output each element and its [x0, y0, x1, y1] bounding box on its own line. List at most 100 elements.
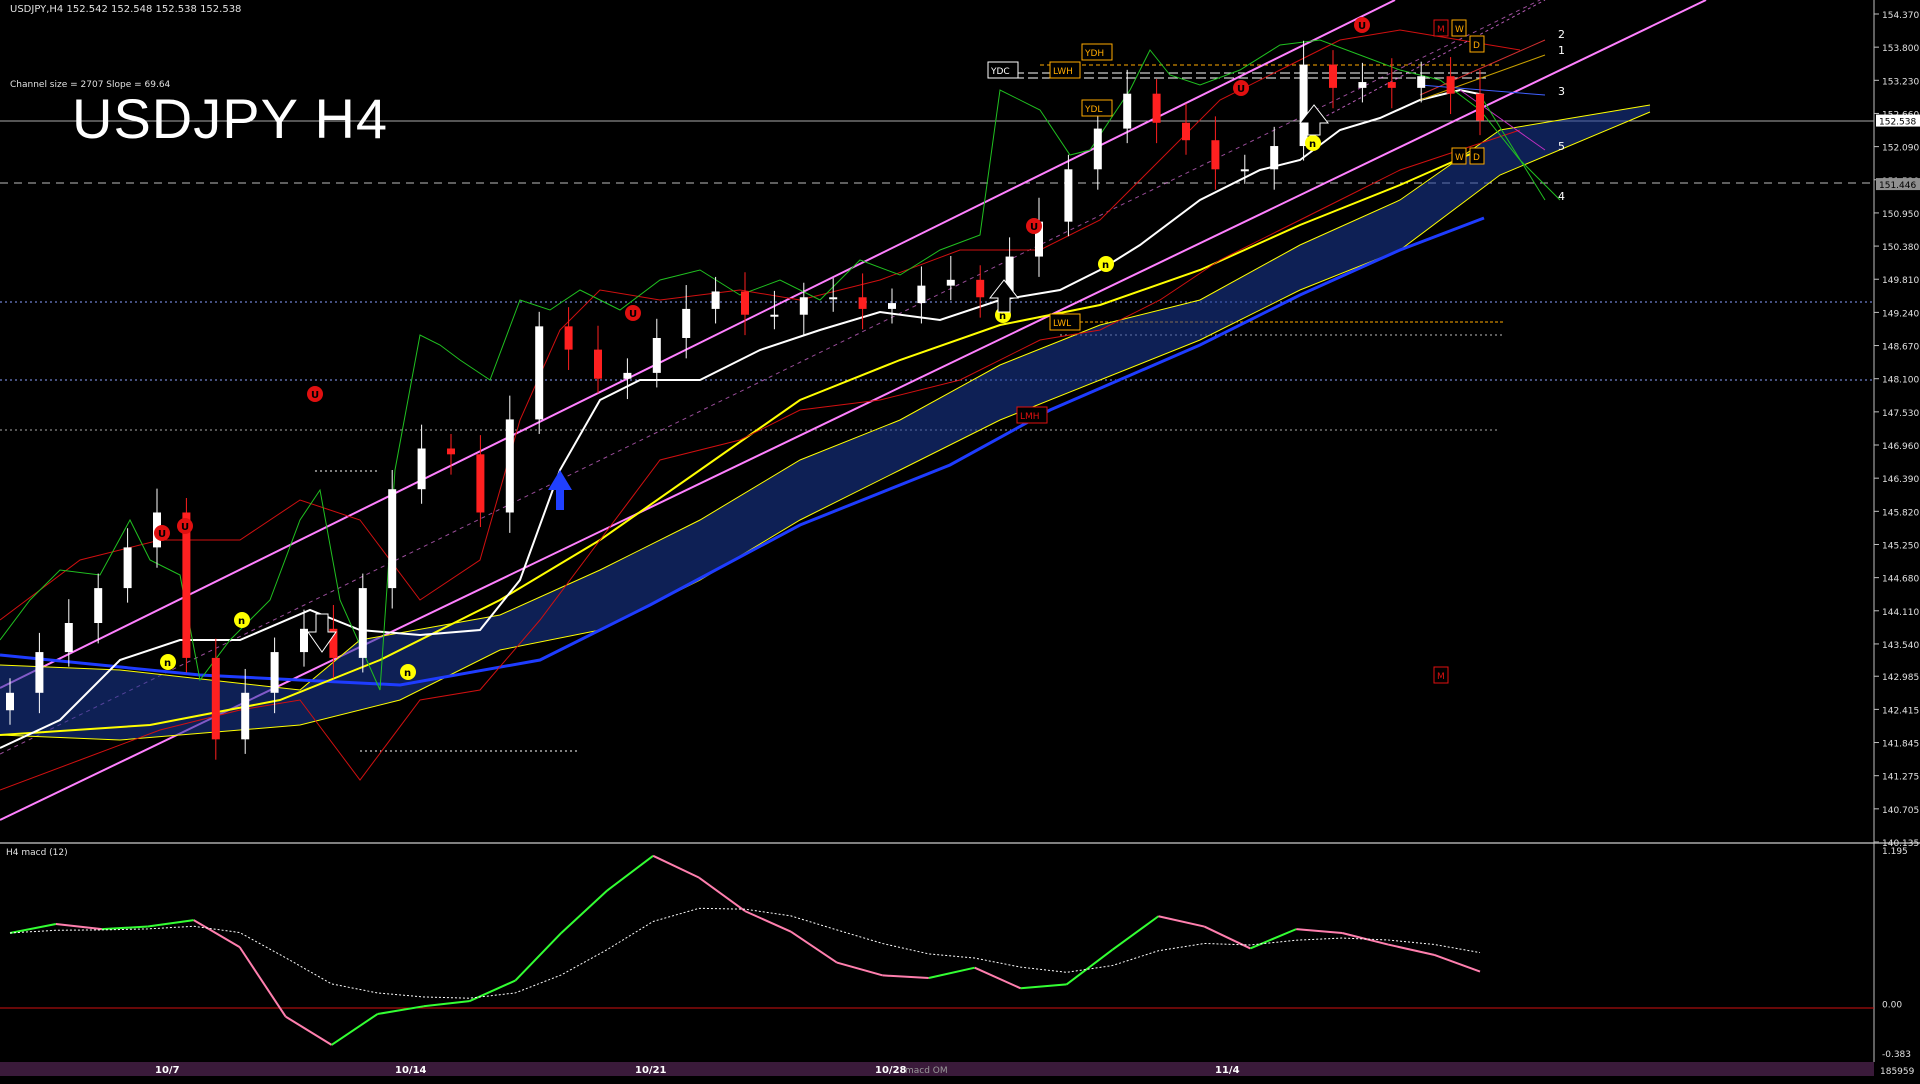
candle-body	[770, 314, 779, 317]
candle-body	[652, 337, 661, 373]
macd-segment	[652, 854, 700, 879]
macd-lines-group	[9, 854, 1481, 1046]
macd-segment	[698, 876, 746, 912]
price-tick-label: 142.985	[1882, 673, 1919, 683]
level-label-text: M	[1437, 672, 1445, 682]
forecast-label: 4	[1558, 190, 1565, 203]
price-tick-label: 154.370	[1882, 11, 1919, 21]
level-label-text: YDH	[1084, 49, 1104, 59]
level-label-text: W	[1455, 153, 1464, 163]
price-tick-label: 153.230	[1882, 77, 1919, 87]
volume-value-label: 185959	[1880, 1067, 1915, 1077]
chart-area[interactable]: UUUUUUUnnnnnn 154.370153.800153.230152.6…	[0, 0, 1920, 1080]
level-label-text: YDL	[1084, 105, 1102, 115]
price-tick-label: 148.670	[1882, 343, 1919, 353]
date-label: 10/14	[395, 1065, 427, 1076]
macd-segment	[238, 946, 287, 1018]
candle-body	[1358, 82, 1367, 88]
price-axis-group: 154.370153.800153.230152.660152.090151.5…	[1874, 11, 1920, 1077]
sell-signal-glyph: U	[1358, 21, 1366, 32]
symbol-header: USDJPY,H4 152.542 152.548 152.538 152.53…	[10, 4, 242, 15]
buy-signal-glyph: n	[1309, 139, 1316, 150]
price-tick-label: 150.950	[1882, 210, 1919, 220]
candle-body	[6, 692, 14, 711]
macd-segment	[1249, 928, 1297, 950]
price-tick-label: 145.820	[1882, 508, 1919, 518]
buy-signal-glyph: n	[999, 311, 1006, 322]
candle-body	[388, 489, 397, 589]
candle-body	[917, 285, 926, 304]
sell-signal-glyph: U	[1030, 222, 1038, 233]
buy-signal-glyph: n	[1102, 260, 1109, 271]
candle-body	[300, 628, 308, 653]
macd-tick-label: 1.195	[1882, 847, 1908, 857]
macd-tag: macd OM	[905, 1066, 948, 1076]
macd-segment	[514, 932, 562, 982]
candle-body	[1329, 64, 1337, 88]
price-tick-label: 149.240	[1882, 309, 1919, 319]
price-tick-label: 143.540	[1882, 641, 1919, 651]
level-label-text: LWL	[1053, 319, 1071, 329]
candle-body	[1417, 76, 1426, 88]
sell-signal-glyph: U	[181, 522, 189, 533]
macd-segment	[331, 1013, 379, 1046]
chart-title: USDJPY H4	[72, 87, 389, 150]
level-label-text: D	[1473, 41, 1480, 51]
sell-signal-glyph: U	[1237, 84, 1245, 95]
forecast-label: 1	[1558, 44, 1565, 57]
macd-segment	[928, 966, 975, 979]
candle-body	[1093, 128, 1102, 170]
level-label-text: W	[1455, 25, 1464, 35]
date-label: 10/28	[875, 1065, 907, 1076]
price-tick-label: 149.810	[1882, 276, 1919, 286]
date-label: 11/4	[1215, 1065, 1240, 1076]
current-price-label: 152.538	[1879, 118, 1916, 128]
date-label: 10/7	[155, 1065, 180, 1076]
candle-body	[976, 279, 985, 298]
buy-signal-glyph: n	[404, 668, 411, 679]
price-tick-label: 141.845	[1882, 740, 1919, 750]
candle-body	[1446, 76, 1455, 94]
ma-yellow	[0, 147, 1485, 736]
candle-body	[358, 588, 367, 658]
macd-segment	[560, 889, 608, 934]
candle-body	[829, 297, 838, 300]
candle-body	[682, 308, 691, 338]
chart-svg: UUUUUUUnnnnnn 154.370153.800153.230152.6…	[0, 0, 1920, 1077]
price-tick-label: 147.530	[1882, 409, 1919, 419]
price-tick-label: 142.415	[1882, 706, 1919, 716]
candle-body	[535, 326, 544, 420]
buy-signal-glyph: n	[238, 616, 245, 627]
price-tick-label: 146.960	[1882, 442, 1919, 452]
macd-segment	[1158, 915, 1205, 928]
candle-body	[1123, 93, 1132, 129]
price-tick-label: 141.275	[1882, 773, 1919, 783]
macd-segment	[1433, 953, 1481, 973]
level-price-label: 151.446	[1879, 181, 1916, 191]
macd-segment	[1065, 948, 1114, 986]
candle-body	[1270, 146, 1279, 170]
macd-segment	[606, 854, 654, 892]
level-label-text: YDC	[990, 67, 1010, 77]
macd-segment	[1111, 915, 1160, 951]
macd-tick-label: -0.383	[1882, 1050, 1911, 1060]
candle-body	[594, 349, 602, 379]
price-tick-label: 153.800	[1882, 44, 1919, 54]
candle-body	[211, 657, 220, 740]
macd-segment	[882, 974, 929, 979]
candle-body	[1152, 93, 1161, 123]
macd-segment	[147, 919, 194, 928]
candle-body	[1211, 140, 1220, 170]
candle-body	[505, 419, 514, 513]
white-up-arrow	[988, 279, 1020, 313]
candle-body	[1476, 93, 1484, 121]
level-label-text: M	[1437, 25, 1445, 35]
macd-segment	[836, 961, 884, 977]
macd-segment	[1203, 925, 1251, 950]
candle-body	[799, 297, 808, 315]
macd-pane-label: H4 macd (12)	[6, 848, 68, 858]
forecast-label: 2	[1558, 28, 1565, 41]
candle-body	[270, 652, 279, 693]
date-label: 10/21	[635, 1065, 667, 1076]
macd-segment	[423, 1000, 470, 1008]
